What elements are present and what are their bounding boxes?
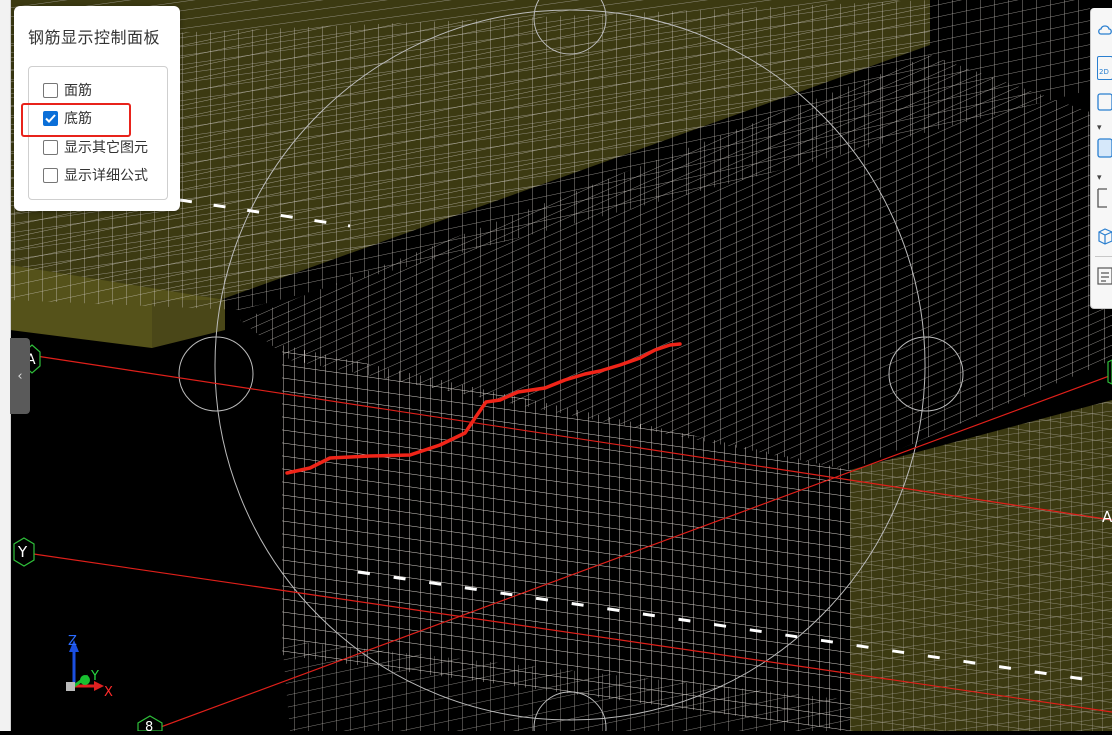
chevron-left-icon: ‹ — [17, 368, 23, 384]
cloud-icon[interactable] — [1097, 20, 1112, 40]
option-show-detailed-formula-label: 显示详细公式 — [64, 168, 148, 184]
check-icon — [45, 113, 56, 123]
axis-marker-b-bottom: 8 — [137, 715, 163, 735]
cube-rotate-icon[interactable] — [1097, 226, 1112, 246]
orientation-triad: Z X Y — [66, 634, 113, 700]
view-toolbar: 2D ▾ ▾ — [1090, 8, 1112, 309]
option-top-rebar[interactable]: 面筋 — [43, 79, 92, 101]
option-bottom-rebar[interactable]: 底筋 — [43, 107, 92, 129]
triad-y-label: Y — [90, 669, 99, 684]
2d-label: 2D — [1099, 68, 1109, 76]
2d-view-icon[interactable]: 2D — [1097, 56, 1112, 80]
checkbox-show-other-elements[interactable] — [43, 139, 58, 155]
chevron-down-icon[interactable]: ▾ — [1097, 168, 1112, 188]
axis-marker-y: Y — [13, 537, 35, 567]
option-top-rebar-label: 面筋 — [64, 83, 92, 99]
cube-solid-icon[interactable] — [1097, 138, 1112, 158]
rebar-display-control-panel: 钢筋显示控制面板 面筋 底筋 显示其它图元 显示详细公式 — [14, 6, 180, 211]
view-circle-left — [178, 336, 254, 412]
option-show-other-elements-label: 显示其它图元 — [64, 140, 148, 156]
panel-title: 钢筋显示控制面板 — [28, 28, 161, 47]
option-show-other-elements[interactable]: 显示其它图元 — [43, 136, 148, 158]
axis-label-a-right: A — [1102, 508, 1112, 526]
toolbar-divider — [1095, 256, 1112, 257]
cube-view-icon[interactable] — [1097, 92, 1112, 112]
list-icon[interactable] — [1097, 266, 1112, 286]
chevron-down-icon[interactable]: ▾ — [1097, 118, 1112, 138]
panel-options-box: 面筋 底筋 显示其它图元 显示详细公式 — [28, 66, 168, 200]
axis-marker-a-right: A — [1102, 508, 1112, 526]
axis-marker-right-top — [1107, 359, 1112, 385]
triad-z-label: Z — [68, 634, 77, 649]
checkbox-show-detailed-formula[interactable] — [43, 167, 58, 183]
axis-label-y: Y — [17, 543, 28, 561]
axis-label-b-bottom: 8 — [145, 720, 153, 731]
option-bottom-rebar-label: 底筋 — [64, 111, 92, 127]
collapse-panel-button[interactable]: ‹ — [10, 338, 30, 414]
checkbox-top-rebar[interactable] — [43, 82, 58, 98]
box-select-icon[interactable] — [1097, 188, 1112, 208]
checkbox-bottom-rebar[interactable] — [43, 110, 58, 126]
option-show-detailed-formula[interactable]: 显示详细公式 — [43, 164, 148, 186]
triad-x-label: X — [104, 685, 113, 700]
